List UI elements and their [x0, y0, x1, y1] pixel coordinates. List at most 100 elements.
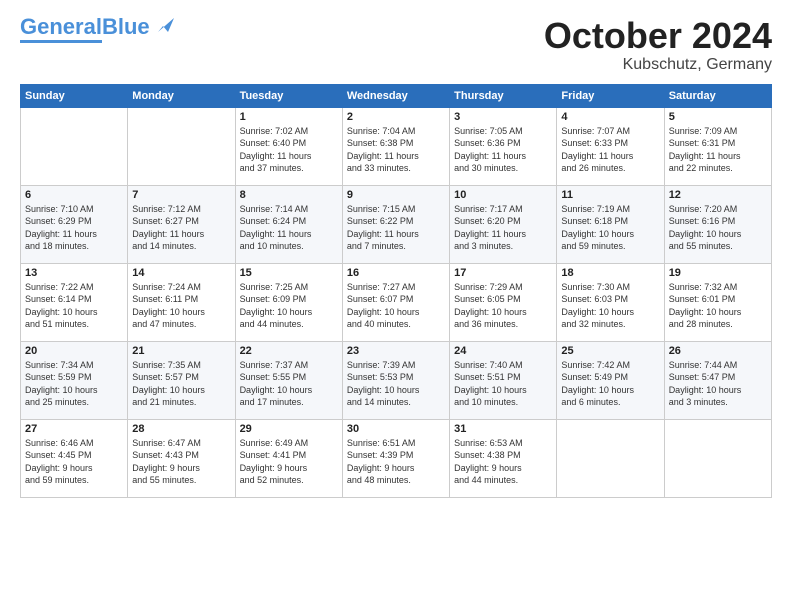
logo: GeneralBlue [20, 16, 174, 43]
day-number: 29 [240, 423, 338, 435]
cell-content: Sunrise: 7:24 AM Sunset: 6:11 PM Dayligh… [132, 281, 230, 331]
cell-w3-d6: 18Sunrise: 7:30 AM Sunset: 6:03 PM Dayli… [557, 263, 664, 341]
cell-content: Sunrise: 7:19 AM Sunset: 6:18 PM Dayligh… [561, 203, 659, 253]
logo-bird-icon [152, 14, 174, 36]
cell-w3-d4: 16Sunrise: 7:27 AM Sunset: 6:07 PM Dayli… [342, 263, 449, 341]
day-number: 10 [454, 189, 552, 201]
cell-w4-d5: 24 Sunrise: 7:40 AM Sunset: 5:51 PM Dayli… [450, 341, 557, 419]
cell-w5-d1: 27 Sunrise: 6:46 AM Sunset: 4:45 PM Dayli… [21, 419, 128, 497]
day-number: 15 [240, 267, 338, 279]
cell-w3-d3: 15Sunrise: 7:25 AM Sunset: 6:09 PM Dayli… [235, 263, 342, 341]
cell-w1-d1 [21, 107, 128, 185]
cell-content: Sunrise: 7:32 AM Sunset: 6:01 PM Dayligh… [669, 281, 767, 331]
cell-w2-d6: 11 Sunrise: 7:19 AM Sunset: 6:18 PM Dayli… [557, 185, 664, 263]
cell-content: Sunrise: 7:14 AM Sunset: 6:24 PM Dayligh… [240, 203, 338, 253]
day-number: 28 [132, 423, 230, 435]
day-number: 6 [25, 189, 123, 201]
title-block: October 2024 Kubschutz, Germany [544, 16, 772, 74]
day-number: 31 [454, 423, 552, 435]
cell-content: Sunrise: 7:42 AM Sunset: 5:49 PM Dayligh… [561, 359, 659, 409]
page: GeneralBlue October 2024 Kubschutz, Germ… [0, 0, 792, 508]
cell-w4-d4: 23 Sunrise: 7:39 AM Sunset: 5:53 PM Dayli… [342, 341, 449, 419]
cell-w4-d6: 25 Sunrise: 7:42 AM Sunset: 5:49 PM Dayli… [557, 341, 664, 419]
calendar-subtitle: Kubschutz, Germany [544, 56, 772, 74]
cell-w5-d4: 30Sunrise: 6:51 AM Sunset: 4:39 PM Dayli… [342, 419, 449, 497]
cell-w4-d2: 21 Sunrise: 7:35 AM Sunset: 5:57 PM Dayli… [128, 341, 235, 419]
day-number: 25 [561, 345, 659, 357]
logo-text: GeneralBlue [20, 16, 150, 38]
cell-w1-d2 [128, 107, 235, 185]
week-row-4: 20Sunrise: 7:34 AM Sunset: 5:59 PM Dayli… [21, 341, 772, 419]
day-number: 26 [669, 345, 767, 357]
cell-content: Sunrise: 7:35 AM Sunset: 5:57 PM Dayligh… [132, 359, 230, 409]
cell-w5-d6 [557, 419, 664, 497]
cell-w3-d5: 17 Sunrise: 7:29 AM Sunset: 6:05 PM Dayli… [450, 263, 557, 341]
cell-content: Sunrise: 7:39 AM Sunset: 5:53 PM Dayligh… [347, 359, 445, 409]
day-number: 19 [669, 267, 767, 279]
col-sunday: Sunday [21, 84, 128, 107]
day-number: 2 [347, 111, 445, 123]
cell-content: Sunrise: 6:49 AM Sunset: 4:41 PM Dayligh… [240, 437, 338, 487]
cell-w5-d2: 28 Sunrise: 6:47 AM Sunset: 4:43 PM Dayli… [128, 419, 235, 497]
cell-w4-d3: 22 Sunrise: 7:37 AM Sunset: 5:55 PM Dayli… [235, 341, 342, 419]
day-number: 11 [561, 189, 659, 201]
cell-content: Sunrise: 7:20 AM Sunset: 6:16 PM Dayligh… [669, 203, 767, 253]
week-row-3: 13 Sunrise: 7:22 AM Sunset: 6:14 PM Dayli… [21, 263, 772, 341]
cell-content: Sunrise: 6:47 AM Sunset: 4:43 PM Dayligh… [132, 437, 230, 487]
cell-content: Sunrise: 6:53 AM Sunset: 4:38 PM Dayligh… [454, 437, 552, 487]
week-row-5: 27 Sunrise: 6:46 AM Sunset: 4:45 PM Dayli… [21, 419, 772, 497]
cell-content: Sunrise: 6:46 AM Sunset: 4:45 PM Dayligh… [25, 437, 123, 487]
cell-w3-d2: 14Sunrise: 7:24 AM Sunset: 6:11 PM Dayli… [128, 263, 235, 341]
cell-w1-d5: 3 Sunrise: 7:05 AM Sunset: 6:36 PM Daylig… [450, 107, 557, 185]
day-number: 21 [132, 345, 230, 357]
cell-w2-d5: 10 Sunrise: 7:17 AM Sunset: 6:20 PM Dayli… [450, 185, 557, 263]
cell-content: Sunrise: 7:22 AM Sunset: 6:14 PM Dayligh… [25, 281, 123, 331]
cell-content: Sunrise: 7:34 AM Sunset: 5:59 PM Dayligh… [25, 359, 123, 409]
cell-w2-d3: 8Sunrise: 7:14 AM Sunset: 6:24 PM Daylig… [235, 185, 342, 263]
cell-content: Sunrise: 7:27 AM Sunset: 6:07 PM Dayligh… [347, 281, 445, 331]
cell-content: Sunrise: 7:07 AM Sunset: 6:33 PM Dayligh… [561, 125, 659, 175]
day-number: 3 [454, 111, 552, 123]
cell-w3-d1: 13 Sunrise: 7:22 AM Sunset: 6:14 PM Dayli… [21, 263, 128, 341]
header: GeneralBlue October 2024 Kubschutz, Germ… [20, 16, 772, 74]
day-number: 24 [454, 345, 552, 357]
col-wednesday: Wednesday [342, 84, 449, 107]
day-number: 13 [25, 267, 123, 279]
logo-blue: Blue [102, 14, 150, 39]
cell-content: Sunrise: 7:05 AM Sunset: 6:36 PM Dayligh… [454, 125, 552, 175]
day-number: 22 [240, 345, 338, 357]
col-thursday: Thursday [450, 84, 557, 107]
week-row-2: 6 Sunrise: 7:10 AM Sunset: 6:29 PM Daylig… [21, 185, 772, 263]
day-number: 7 [132, 189, 230, 201]
cell-content: Sunrise: 7:09 AM Sunset: 6:31 PM Dayligh… [669, 125, 767, 175]
cell-w1-d4: 2 Sunrise: 7:04 AM Sunset: 6:38 PM Daylig… [342, 107, 449, 185]
day-number: 4 [561, 111, 659, 123]
col-tuesday: Tuesday [235, 84, 342, 107]
calendar-table: Sunday Monday Tuesday Wednesday Thursday… [20, 84, 772, 498]
day-number: 9 [347, 189, 445, 201]
day-number: 5 [669, 111, 767, 123]
cell-w2-d1: 6 Sunrise: 7:10 AM Sunset: 6:29 PM Daylig… [21, 185, 128, 263]
cell-content: Sunrise: 7:30 AM Sunset: 6:03 PM Dayligh… [561, 281, 659, 331]
cell-w5-d5: 31 Sunrise: 6:53 AM Sunset: 4:38 PM Dayli… [450, 419, 557, 497]
cell-w1-d3: 1 Sunrise: 7:02 AM Sunset: 6:40 PM Daylig… [235, 107, 342, 185]
cell-content: Sunrise: 7:40 AM Sunset: 5:51 PM Dayligh… [454, 359, 552, 409]
cell-content: Sunrise: 7:02 AM Sunset: 6:40 PM Dayligh… [240, 125, 338, 175]
header-row: Sunday Monday Tuesday Wednesday Thursday… [21, 84, 772, 107]
cell-w2-d4: 9Sunrise: 7:15 AM Sunset: 6:22 PM Daylig… [342, 185, 449, 263]
cell-w5-d7 [664, 419, 771, 497]
cell-content: Sunrise: 7:04 AM Sunset: 6:38 PM Dayligh… [347, 125, 445, 175]
cell-content: Sunrise: 7:29 AM Sunset: 6:05 PM Dayligh… [454, 281, 552, 331]
cell-content: Sunrise: 7:10 AM Sunset: 6:29 PM Dayligh… [25, 203, 123, 253]
cell-w2-d7: 12 Sunrise: 7:20 AM Sunset: 6:16 PM Dayli… [664, 185, 771, 263]
week-row-1: 1 Sunrise: 7:02 AM Sunset: 6:40 PM Daylig… [21, 107, 772, 185]
cell-content: Sunrise: 7:37 AM Sunset: 5:55 PM Dayligh… [240, 359, 338, 409]
day-number: 17 [454, 267, 552, 279]
cell-w3-d7: 19 Sunrise: 7:32 AM Sunset: 6:01 PM Dayli… [664, 263, 771, 341]
day-number: 1 [240, 111, 338, 123]
cell-w4-d7: 26Sunrise: 7:44 AM Sunset: 5:47 PM Dayli… [664, 341, 771, 419]
day-number: 23 [347, 345, 445, 357]
cell-content: Sunrise: 7:17 AM Sunset: 6:20 PM Dayligh… [454, 203, 552, 253]
day-number: 12 [669, 189, 767, 201]
day-number: 27 [25, 423, 123, 435]
